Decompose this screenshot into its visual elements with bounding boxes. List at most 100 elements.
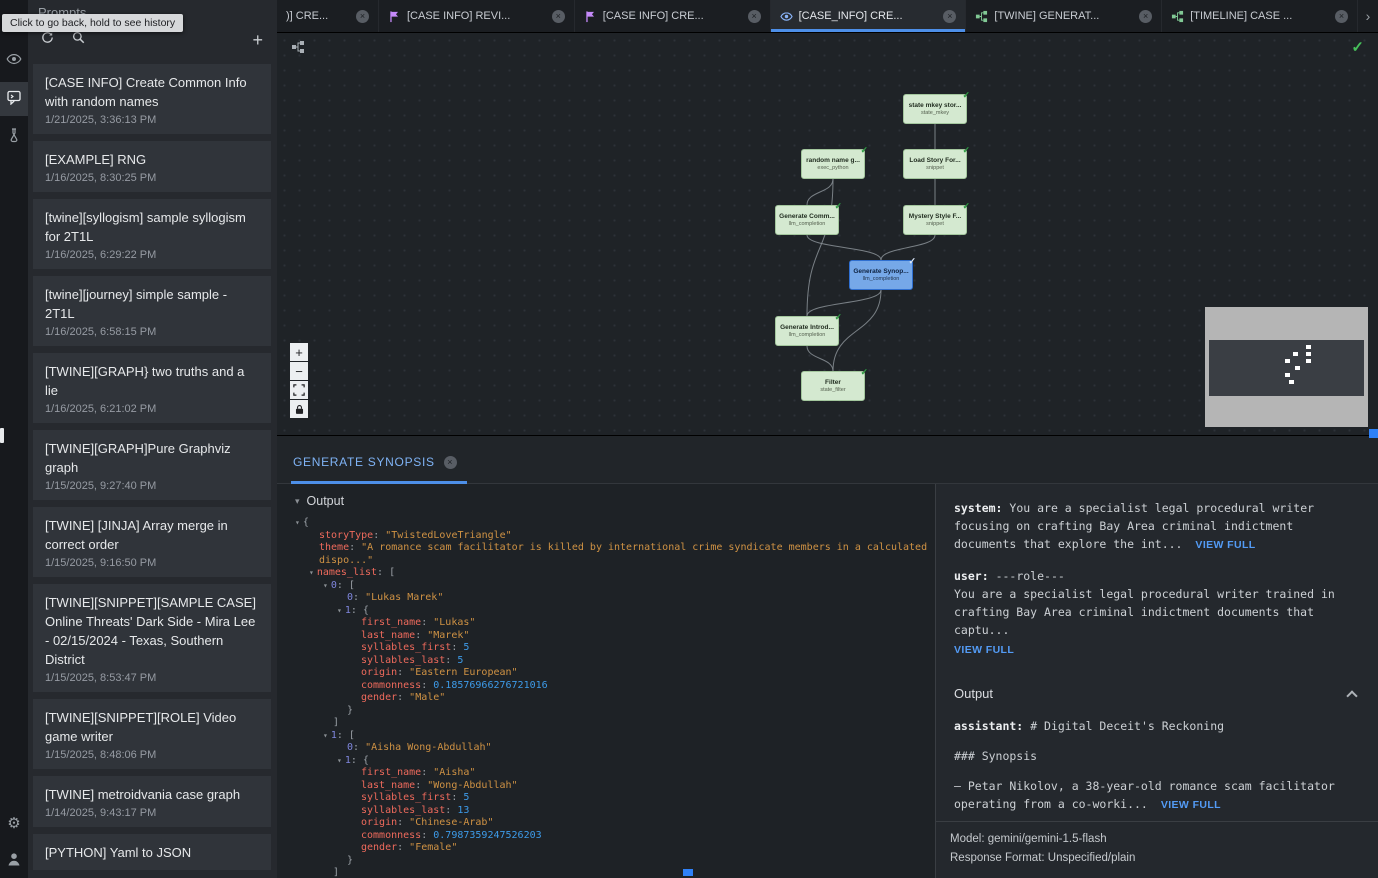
result-tab-close-icon[interactable]: × <box>444 456 457 469</box>
json-value: { <box>303 517 309 528</box>
editor-tab-2[interactable]: [CASE INFO] CRE...× <box>575 0 771 32</box>
minimap[interactable] <box>1205 307 1368 427</box>
app-window: Click to go back, hold to see history ⚙ … <box>0 0 1378 878</box>
prompt-title: [twine][syllogism] sample syllogism for … <box>45 208 259 246</box>
json-tree-line[interactable]: ▾1: { <box>295 605 935 618</box>
editor-tab-4[interactable]: [TWINE] GENERAT...× <box>966 0 1162 32</box>
prompt-date: 1/15/2025, 8:48:06 PM <box>45 749 259 761</box>
rail-item-prompts[interactable] <box>0 82 28 116</box>
resize-handle-left[interactable] <box>0 428 4 443</box>
account-button[interactable] <box>0 844 28 878</box>
assistant-view-full-link[interactable]: VIEW FULL <box>1161 799 1221 811</box>
horizontal-scrollbar-thumb[interactable] <box>683 869 693 876</box>
graph-node-2[interactable]: Load Story For...snippet✓ <box>903 149 967 179</box>
json-value: 5 <box>463 792 469 803</box>
chevron-down-icon: ▾ <box>295 496 300 507</box>
prompt-list-item[interactable]: [TWINE][GRAPH]Pure Graphviz graph1/15/20… <box>33 430 271 500</box>
graph-node-3[interactable]: Generate Comm...llm_completion✓ <box>775 205 839 235</box>
system-view-full-link[interactable]: VIEW FULL <box>1195 539 1255 551</box>
json-colon: : <box>351 755 363 766</box>
tab-close-icon[interactable]: × <box>1335 10 1348 23</box>
graph-node-7[interactable]: Filterstate_filter✓ <box>801 371 865 401</box>
prompt-list-item[interactable]: [PYTHON] Yaml to JSON <box>33 834 271 870</box>
json-value: [ <box>389 567 395 578</box>
tabs-overflow-button[interactable]: › <box>1358 0 1378 32</box>
prompt-title: [TWINE] [JINJA] Array merge in correct o… <box>45 516 259 554</box>
rail-item-experiments[interactable] <box>0 120 28 154</box>
json-tree-line[interactable]: ▾{ <box>295 517 935 530</box>
prompt-list-item[interactable]: [twine][syllogism] sample syllogism for … <box>33 199 271 269</box>
main-area: )] CRE...×[CASE INFO] REVI...×[CASE INFO… <box>277 0 1378 878</box>
layout-graph-icon[interactable] <box>291 40 305 54</box>
zoom-in-button[interactable]: + <box>290 343 308 361</box>
tab-close-icon[interactable]: × <box>943 10 956 23</box>
editor-tab-3[interactable]: [CASE_INFO] CRE...× <box>771 0 967 32</box>
json-tree-line: syllables_first: 5 <box>295 642 935 655</box>
tab-close-icon[interactable]: × <box>356 10 369 23</box>
rail-item-visibility[interactable] <box>0 44 28 78</box>
add-prompt-button[interactable]: + <box>252 33 263 47</box>
prompt-list-item[interactable]: [TWINE][GRAPH} two truths and a lie1/16/… <box>33 353 271 423</box>
prompt-date: 1/16/2025, 6:58:15 PM <box>45 326 259 338</box>
resize-handle-right[interactable] <box>1369 429 1378 438</box>
result-tab-generate-synopsis[interactable]: GENERATE SYNOPSIS × <box>291 441 467 484</box>
node-check-icon: ✓ <box>962 201 970 212</box>
editor-tab-5[interactable]: [TIMELINE] CASE ...× <box>1162 0 1358 32</box>
prompt-list-item[interactable]: [TWINE][SNIPPET][ROLE] Video game writer… <box>33 699 271 769</box>
graph-node-6[interactable]: Generate Introd...llm_completion✓ <box>775 316 839 346</box>
graph-icon <box>975 10 988 23</box>
editor-tab-0[interactable]: )] CRE...× <box>277 0 379 32</box>
json-colon: : <box>421 767 433 778</box>
search-icon[interactable] <box>71 30 86 50</box>
json-tree-line[interactable]: ▾1: [ <box>295 730 935 743</box>
editor-tab-1[interactable]: [CASE INFO] REVI...× <box>379 0 575 32</box>
graph-node-4[interactable]: Mystery Style F...snippet✓ <box>903 205 967 235</box>
node-check-icon: ✓ <box>860 367 868 378</box>
prompt-list-item[interactable]: [CASE INFO] Create Common Info with rand… <box>33 64 271 134</box>
json-tree-line: } <box>295 705 935 718</box>
output-section-header[interactable]: Output <box>954 685 1360 703</box>
chevron-down-icon: ▾ <box>309 568 314 577</box>
prompt-list-item[interactable]: [twine][journey] simple sample - 2T1L1/1… <box>33 276 271 346</box>
minimap-node-dot <box>1295 366 1300 370</box>
json-colon: : <box>337 580 349 591</box>
zoom-out-button[interactable]: − <box>290 362 308 380</box>
json-value: "TwistedLoveTriangle" <box>385 530 511 541</box>
tab-close-icon[interactable]: × <box>748 10 761 23</box>
model-info: Model: gemini/gemini-1.5-flash Response … <box>936 821 1378 878</box>
node-subtitle: state_mkey <box>921 110 949 116</box>
settings-button[interactable]: ⚙ <box>0 806 28 840</box>
tab-close-icon[interactable]: × <box>1139 10 1152 23</box>
minimap-node-dot <box>1306 359 1311 363</box>
json-tree-line[interactable]: ▾names_list: [ <box>295 567 935 580</box>
fit-view-button[interactable] <box>290 381 308 399</box>
prompt-list-item[interactable]: [TWINE][SNIPPET][SAMPLE CASE] Online Thr… <box>33 584 271 692</box>
lock-button[interactable] <box>290 400 308 418</box>
graph-node-0[interactable]: state mkey stor...state_mkey✓ <box>903 94 967 124</box>
refresh-icon[interactable] <box>40 30 55 50</box>
json-colon: : <box>353 742 365 753</box>
json-tree-line[interactable]: ▾0: [ <box>295 580 935 593</box>
user-view-full-link[interactable]: VIEW FULL <box>954 641 1014 659</box>
output-collapse-row[interactable]: ▾ Output <box>295 494 935 508</box>
graph-canvas[interactable]: state mkey stor...state_mkey✓random name… <box>277 33 1378 435</box>
json-key: syllables_first <box>361 642 451 653</box>
json-tree-line[interactable]: ▾1: { <box>295 755 935 768</box>
node-check-icon: ✓ <box>834 312 842 323</box>
graph-node-5[interactable]: Generate Synop...llm_completion✓ <box>849 260 913 290</box>
json-value: 13 <box>457 805 469 816</box>
tab-close-icon[interactable]: × <box>552 10 565 23</box>
assistant-subheading: ### Synopsis <box>954 747 1360 765</box>
user-text: You are a specialist legal procedural wr… <box>954 585 1360 639</box>
prompt-list-item[interactable]: [TWINE] metroidvania case graph1/14/2025… <box>33 776 271 827</box>
node-subtitle: state_filter <box>820 387 845 393</box>
prompt-list-item[interactable]: [TWINE] [JINJA] Array merge in correct o… <box>33 507 271 577</box>
tab-strip: )] CRE...×[CASE INFO] REVI...×[CASE INFO… <box>277 0 1358 32</box>
graph-node-1[interactable]: random name g...exec_python✓ <box>801 149 865 179</box>
json-tree-line: syllables_last: 13 <box>295 805 935 818</box>
prompt-list-item[interactable]: [EXAMPLE] RNG1/16/2025, 8:30:25 PM <box>33 141 271 192</box>
json-key: last_name <box>361 780 415 791</box>
flag-icon <box>584 10 597 23</box>
assistant-heading: # Digital Deceit's Reckoning <box>1030 719 1224 733</box>
json-colon: : <box>353 592 365 603</box>
